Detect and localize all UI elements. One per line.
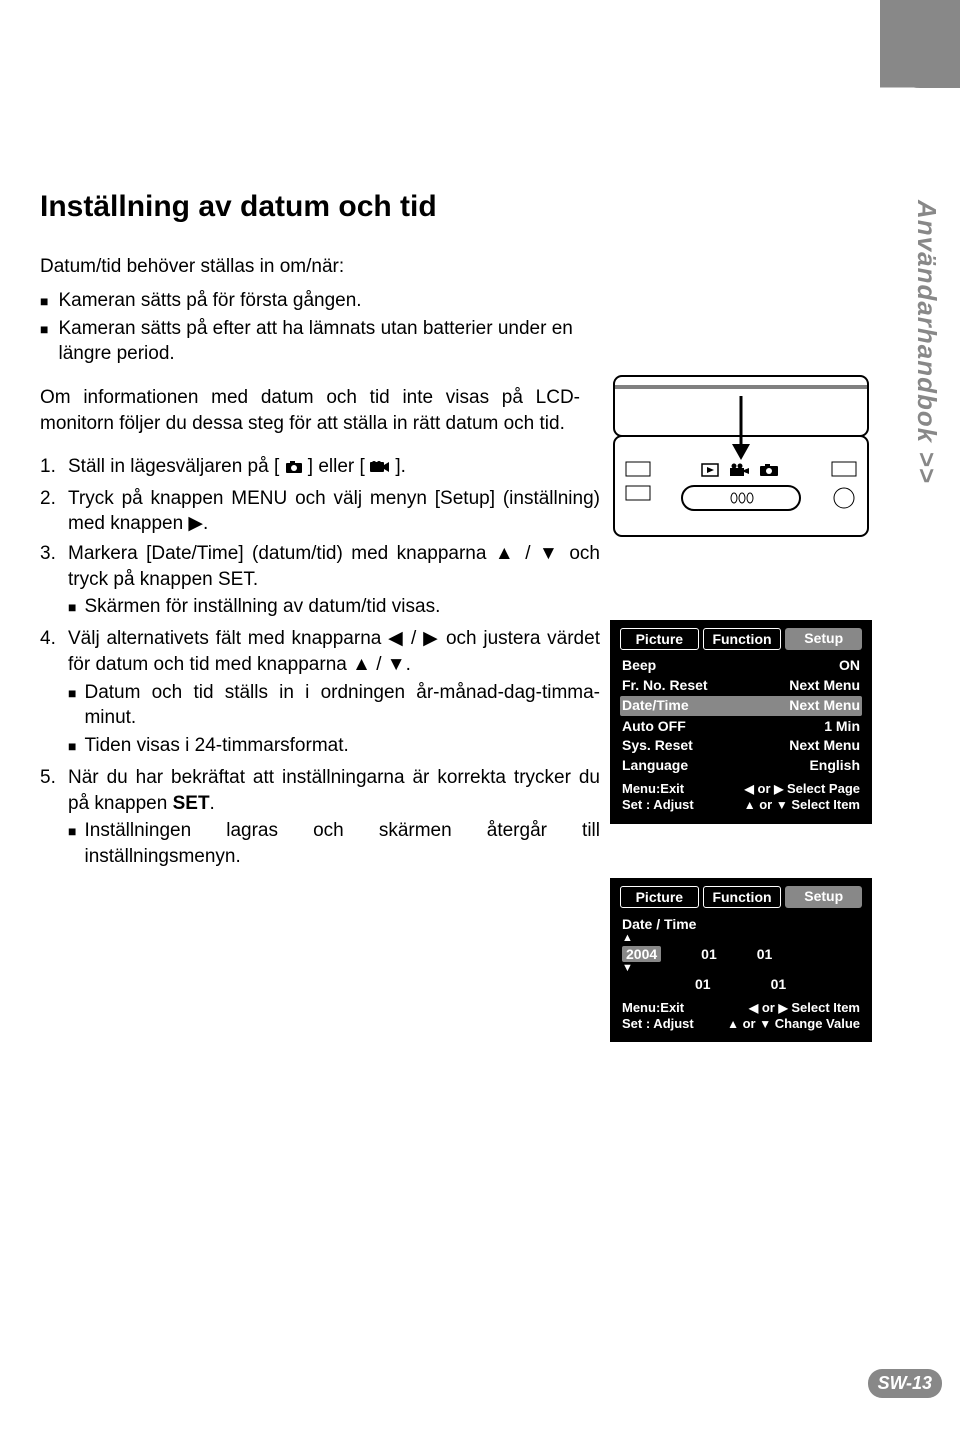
page-number: SW-13 — [868, 1369, 942, 1398]
menu-row: Sys. ResetNext Menu — [620, 736, 862, 756]
lcd-menu-datetime: Picture Function Setup Date / Time ▲ 200… — [610, 878, 872, 1042]
square-bullet-icon: ■ — [68, 680, 76, 731]
steps-list: Ställ in lägesväljaren på [ ] eller [ ].… — [40, 454, 600, 871]
hour-value: 01 — [695, 976, 711, 992]
menu-footer-row: Menu:Exit ◀ or ▶ Select Item — [620, 1000, 862, 1016]
camera-icon — [285, 456, 303, 482]
down-triangle-icon: ▼ — [759, 1017, 771, 1032]
menu-row: Auto OFF1 Min — [620, 717, 862, 737]
menu-tab-function: Function — [703, 886, 782, 908]
left-triangle-icon: ◀ — [388, 628, 404, 649]
video-icon — [370, 456, 390, 482]
menu-row: LanguageEnglish — [620, 756, 862, 776]
up-triangle-icon: ▲ — [744, 798, 756, 813]
down-triangle-icon: ▼ — [539, 543, 561, 564]
page-title: Inställning av datum och tid — [40, 190, 600, 224]
menu-tab-setup: Setup — [785, 628, 862, 650]
intro-bullets: ■Kameran sätts på för första gången. ■Ka… — [40, 288, 600, 367]
side-tab-label: Användarhandbok >> — [911, 200, 942, 484]
bullet-text: Inställningen lagras och skärmen återgår… — [84, 818, 600, 869]
square-bullet-icon: ■ — [40, 316, 48, 367]
down-triangle-icon: ▼ — [622, 964, 633, 974]
square-bullet-icon: ■ — [68, 594, 76, 620]
menu-tab-setup: Setup — [785, 886, 862, 908]
main-content: Inställning av datum och tid Datum/tid b… — [40, 190, 600, 876]
lcd-menu-setup: Picture Function Setup BeepON Fr. No. Re… — [610, 620, 872, 824]
minute-value: 01 — [771, 976, 787, 992]
menu-row: BeepON — [620, 656, 862, 676]
square-bullet-icon: ■ — [68, 733, 76, 759]
menu-footer-row: Set : Adjust ▲ or ▼ Select Item — [620, 797, 862, 813]
intro-text: Datum/tid behöver ställas in om/när: — [40, 254, 600, 280]
paragraph: Om informationen med datum och tid inte … — [40, 385, 580, 436]
bullet-text: Datum och tid ställs in i ordningen år-m… — [84, 680, 600, 731]
step-4: Välj alternativets fält med knapparna ◀ … — [40, 626, 600, 761]
right-triangle-icon: ▶ — [778, 1001, 787, 1016]
menu-tab-picture: Picture — [620, 886, 699, 908]
bullet-text: Tiden visas i 24-timmarsformat. — [84, 733, 348, 759]
menu-tab-function: Function — [703, 628, 782, 650]
menu-footer-row: Menu:Exit ◀ or ▶ Select Page — [620, 781, 862, 797]
up-triangle-icon: ▲ — [495, 543, 517, 564]
right-triangle-icon: ▶ — [774, 782, 783, 797]
bullet-text: Skärmen för inställning av datum/tid vis… — [84, 594, 440, 620]
bullet-text: Kameran sätts på efter att ha lämnats ut… — [58, 316, 600, 367]
menu-heading: Date / Time — [620, 914, 862, 934]
menu-footer-row: Set : Adjust ▲ or ▼ Change Value — [620, 1016, 862, 1032]
right-triangle-icon: ▶ — [188, 513, 203, 534]
up-triangle-icon: ▲ — [727, 1017, 739, 1032]
year-value: 2004 — [622, 946, 661, 962]
square-bullet-icon: ■ — [68, 818, 76, 869]
down-triangle-icon: ▼ — [387, 654, 406, 675]
menu-row: Fr. No. ResetNext Menu — [620, 676, 862, 696]
step-3: Markera [Date/Time] (datum/tid) med knap… — [40, 541, 600, 622]
step-2: Tryck på knappen MENU och välj menyn [Se… — [40, 486, 600, 537]
up-triangle-icon: ▲ — [352, 654, 371, 675]
up-triangle-icon: ▲ — [622, 934, 633, 944]
day-value: 01 — [757, 946, 773, 962]
bullet-text: Kameran sätts på för första gången. — [58, 288, 361, 314]
month-value: 01 — [701, 946, 717, 962]
left-triangle-icon: ◀ — [745, 782, 754, 797]
step-5: När du har bekräftat att inställningarna… — [40, 765, 600, 872]
step-1: Ställ in lägesväljaren på [ ] eller [ ]. — [40, 454, 600, 482]
menu-row-selected: Date/TimeNext Menu — [620, 696, 862, 716]
time-values-row: 01 01 — [620, 976, 862, 992]
down-triangle-icon: ▼ — [776, 798, 788, 813]
menu-tab-picture: Picture — [620, 628, 699, 650]
right-triangle-icon: ▶ — [423, 628, 439, 649]
date-values-row: 2004 01 01 — [620, 946, 862, 962]
camera-illustration — [610, 366, 872, 546]
square-bullet-icon: ■ — [40, 288, 48, 314]
left-triangle-icon: ◀ — [749, 1001, 758, 1016]
